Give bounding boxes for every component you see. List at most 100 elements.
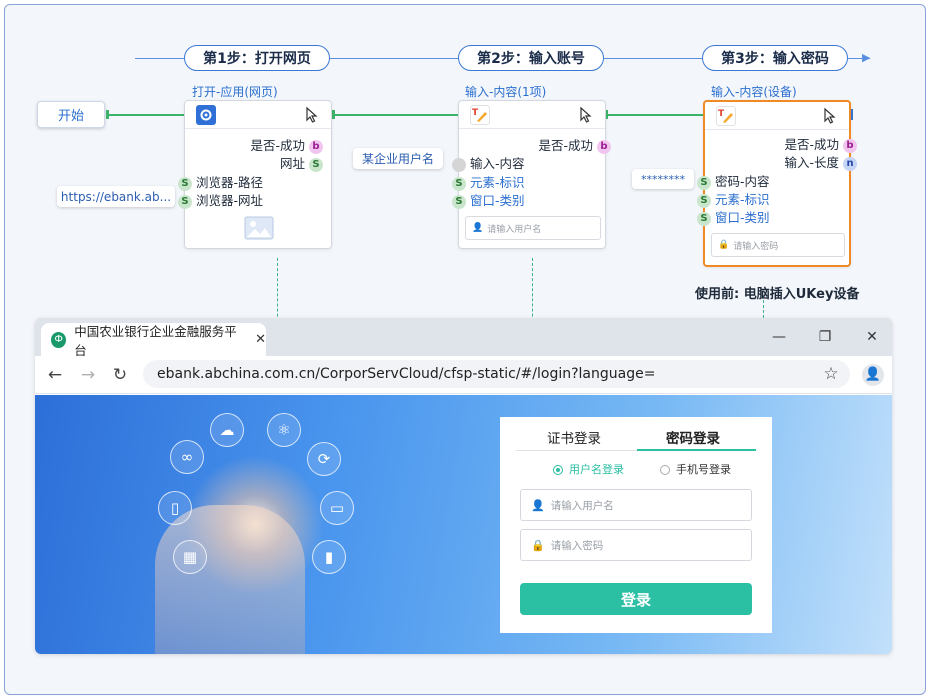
password-input[interactable]: 🔒 请输入密码 bbox=[520, 529, 752, 561]
close-tab-icon[interactable]: ✕ bbox=[255, 332, 266, 347]
type-badge-b: b bbox=[309, 139, 323, 154]
node-password-title: 输入-内容(设备) bbox=[711, 85, 797, 99]
type-badge-s: S bbox=[697, 211, 711, 226]
output-url-label: 网址 bbox=[280, 156, 306, 171]
step-3-label: 第3步：输入密码 bbox=[721, 51, 829, 67]
type-badge-b: b bbox=[597, 139, 611, 154]
input-element-id-label: 元素-标识 bbox=[469, 175, 525, 190]
url-value: https://ebank.ab... bbox=[60, 189, 172, 204]
node-header bbox=[185, 101, 331, 129]
node-header: T bbox=[459, 101, 605, 129]
tab-password-login[interactable]: 密码登录 bbox=[666, 427, 720, 447]
output-success-label: 是否-成功 bbox=[538, 138, 594, 153]
profile-icon[interactable]: 👤 bbox=[862, 364, 884, 386]
input-content: 输入-内容 bbox=[452, 153, 525, 172]
close-window-icon[interactable]: ✕ bbox=[863, 328, 881, 346]
reload-icon[interactable]: ↻ bbox=[110, 365, 130, 385]
radio-username[interactable]: 用户名登录 bbox=[553, 461, 624, 477]
text-edit-icon: T bbox=[716, 106, 736, 126]
type-badge-s: S bbox=[309, 157, 323, 172]
lock-icon: 🔒 bbox=[718, 240, 730, 250]
username-input[interactable]: 👤 请输入用户名 bbox=[520, 489, 752, 521]
type-badge-n: n bbox=[843, 156, 857, 171]
sync-icon: ⟳ bbox=[307, 442, 341, 476]
type-badge-s: S bbox=[178, 176, 192, 191]
password-placeholder: 请输入密码 bbox=[550, 539, 604, 552]
user-icon: 👤 bbox=[531, 498, 545, 512]
step-1: 第1步：打开网页 bbox=[184, 45, 330, 71]
input-window-type-label: 窗口-类别 bbox=[469, 193, 525, 208]
cursor-icon bbox=[306, 106, 318, 123]
node-account-title: 输入-内容(1项) bbox=[465, 85, 547, 99]
preview-username-placeholder: 请输入用户名 bbox=[487, 224, 542, 235]
username-placeholder: 请输入用户名 bbox=[550, 499, 614, 512]
step-2-label: 第2步：输入账号 bbox=[477, 51, 585, 67]
type-badge-s: S bbox=[452, 194, 466, 209]
input-password-content: S 密码-内容 bbox=[697, 171, 770, 190]
login-button[interactable]: 登录 bbox=[520, 583, 752, 615]
abc-logo-icon: Ф bbox=[51, 331, 67, 348]
password-value-pill[interactable]: ******** bbox=[632, 169, 694, 189]
tab-cert-login[interactable]: 证书登录 bbox=[547, 427, 601, 447]
mobile-icon: ▮ bbox=[312, 540, 346, 574]
username-value-pill[interactable]: 某企业用户名 bbox=[353, 148, 443, 169]
address-bar[interactable]: ebank.abchina.com.cn/CorporServCloud/cfs… bbox=[143, 360, 850, 388]
hand-shape bbox=[155, 505, 305, 654]
forward-icon[interactable]: → bbox=[78, 365, 98, 385]
input-password-content-label: 密码-内容 bbox=[714, 174, 770, 189]
type-badge-s: S bbox=[697, 193, 711, 208]
type-badge-b: b bbox=[843, 138, 857, 153]
start-node[interactable]: 开始 bbox=[37, 101, 105, 128]
input-window-type: S 窗口-类别 bbox=[452, 190, 525, 209]
radio-phone[interactable]: 手机号登录 bbox=[660, 461, 731, 477]
link-icon: ∞ bbox=[170, 440, 204, 474]
text-edit-icon: T bbox=[470, 105, 490, 125]
ukey-note: 使用前: 电脑插入UKey设备 bbox=[695, 287, 860, 302]
gear-app-icon bbox=[196, 105, 216, 125]
input-content-label: 输入-内容 bbox=[469, 156, 525, 171]
restore-icon[interactable]: ❐ bbox=[816, 328, 834, 346]
input-window-type: S 窗口-类别 bbox=[697, 207, 770, 226]
node-input-password[interactable]: T 是否-成功 b 输入-长度 n S 密码-内容 S 元素-标识 S 窗口-类… bbox=[697, 100, 857, 267]
radio-on-icon bbox=[553, 465, 563, 475]
input-element-id-label: 元素-标识 bbox=[714, 192, 770, 207]
cloud-icon: ☁ bbox=[210, 413, 244, 447]
node-open-app[interactable]: 是否-成功 b 网址 S S 浏览器-路径 S 浏览器-网址 bbox=[178, 100, 332, 249]
output-length: 输入-长度 n bbox=[784, 152, 857, 171]
input-element-id: S 元素-标识 bbox=[697, 189, 770, 208]
password-value: ******** bbox=[641, 172, 685, 186]
radio-off-icon bbox=[660, 465, 670, 475]
atom-icon: ⚛ bbox=[267, 413, 301, 447]
star-icon[interactable]: ☆ bbox=[821, 364, 841, 384]
output-length-label: 输入-长度 bbox=[784, 155, 840, 170]
output-success-label: 是否-成功 bbox=[784, 137, 840, 152]
lock-icon: 🔒 bbox=[531, 538, 545, 552]
phone-icon: ▯ bbox=[158, 491, 192, 525]
svg-text:T: T bbox=[718, 109, 725, 119]
input-element-id: S 元素-标识 bbox=[452, 172, 525, 191]
connector-cap bbox=[332, 110, 335, 119]
login-panel: 证书登录 密码登录 用户名登录 手机号登录 👤 请输入用户名 🔒 请输入密码 登录 bbox=[500, 417, 772, 633]
preview-password-input: 🔒 请输入密码 bbox=[711, 233, 845, 257]
active-tab-indicator bbox=[637, 449, 756, 451]
tab-title: 中国农业银行企业金融服务平台 bbox=[74, 323, 237, 358]
output-success: 是否-成功 b bbox=[538, 135, 611, 154]
radio-username-label: 用户名登录 bbox=[569, 463, 624, 476]
connector-start-open bbox=[107, 114, 184, 116]
type-badge-s: S bbox=[452, 176, 466, 191]
output-success: 是否-成功 b bbox=[251, 135, 323, 154]
node-input-account[interactable]: T 是否-成功 b 输入-内容 S 元素-标识 S 窗口-类别 👤 请输入用户名 bbox=[452, 100, 611, 249]
input-window-type-label: 窗口-类别 bbox=[714, 210, 770, 225]
back-icon[interactable]: ← bbox=[45, 365, 65, 385]
step-2: 第2步：输入账号 bbox=[458, 45, 604, 71]
address-text: ebank.abchina.com.cn/CorporServCloud/cfs… bbox=[157, 366, 656, 382]
input-browser-path: S 浏览器-路径 bbox=[178, 172, 263, 191]
connector-cap bbox=[106, 110, 109, 119]
minimize-icon[interactable]: — bbox=[770, 328, 788, 346]
connector-account-password bbox=[606, 114, 703, 116]
grid-icon: ▦ bbox=[173, 540, 207, 574]
url-value-pill[interactable]: https://ebank.ab... bbox=[57, 186, 175, 207]
browser-window: Ф 中国农业银行企业金融服务平台 ✕ — ❐ ✕ ← → ↻ ebank.abc… bbox=[35, 318, 892, 654]
browser-tab[interactable]: Ф 中国农业银行企业金融服务平台 ✕ bbox=[41, 323, 266, 358]
input-browser-url-label: 浏览器-网址 bbox=[195, 193, 263, 208]
